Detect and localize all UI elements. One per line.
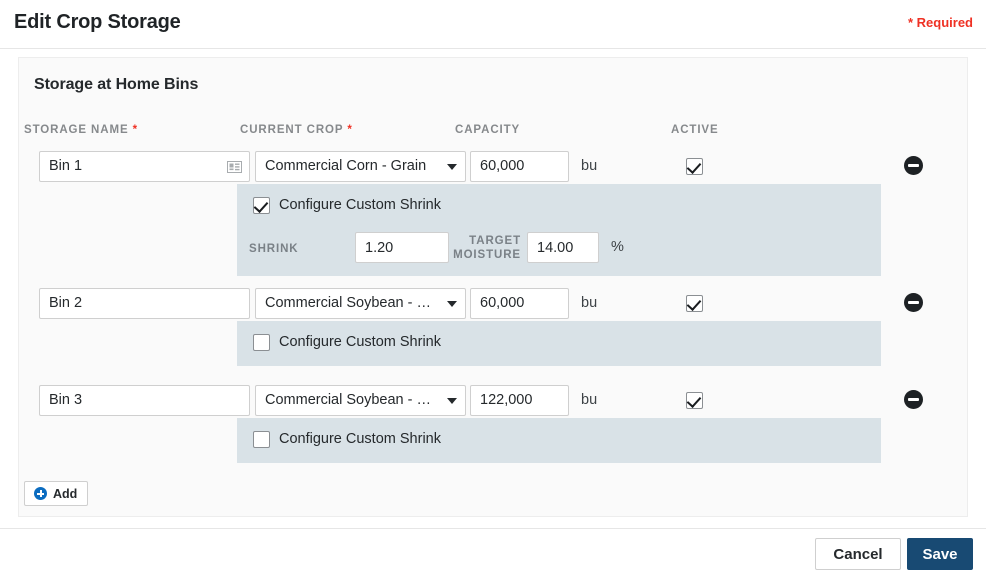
column-header-active: ACTIVE bbox=[671, 124, 719, 136]
capacity-unit-label: bu bbox=[581, 158, 598, 174]
active-checkbox[interactable] bbox=[686, 158, 703, 175]
add-storage-button[interactable]: Add bbox=[24, 481, 88, 506]
percent-label: % bbox=[611, 239, 624, 255]
configure-custom-shrink-checkbox[interactable] bbox=[253, 431, 270, 448]
plus-circle-icon bbox=[34, 487, 47, 500]
current-crop-select[interactable]: Commercial Corn - Grain bbox=[255, 151, 466, 182]
capacity-unit-label: bu bbox=[581, 392, 598, 408]
configure-custom-shrink-checkbox[interactable] bbox=[253, 334, 270, 351]
current-crop-select[interactable]: Commercial Soybean - Gr... bbox=[255, 288, 466, 319]
custom-shrink-panel: Configure Custom Shrink SHRINK 1.20 TARG… bbox=[237, 184, 881, 276]
configure-custom-shrink-label: Configure Custom Shrink bbox=[279, 334, 441, 351]
storage-name-input[interactable]: Bin 2 bbox=[39, 288, 250, 319]
capacity-value: 60,000 bbox=[480, 295, 525, 312]
capacity-input[interactable]: 60,000 bbox=[470, 151, 569, 182]
active-checkbox[interactable] bbox=[686, 295, 703, 312]
configure-custom-shrink-toggle[interactable]: Configure Custom Shrink bbox=[253, 197, 441, 214]
storage-name-value: Bin 1 bbox=[49, 158, 83, 175]
column-header-storage-name-label: STORAGE NAME bbox=[24, 124, 129, 136]
remove-row-button[interactable] bbox=[904, 390, 923, 409]
configure-custom-shrink-toggle[interactable]: Configure Custom Shrink bbox=[253, 334, 441, 351]
add-storage-button-label: Add bbox=[53, 486, 78, 501]
chevron-down-icon bbox=[447, 397, 457, 404]
storage-name-value: Bin 2 bbox=[49, 295, 83, 312]
storage-name-value: Bin 3 bbox=[49, 392, 83, 409]
capacity-value: 60,000 bbox=[480, 158, 525, 175]
custom-shrink-panel: Configure Custom Shrink bbox=[237, 418, 881, 463]
required-asterisk: * bbox=[132, 124, 138, 136]
column-header-storage-name: STORAGE NAME * bbox=[24, 124, 137, 136]
configure-custom-shrink-label: Configure Custom Shrink bbox=[279, 197, 441, 214]
configure-custom-shrink-label: Configure Custom Shrink bbox=[279, 431, 441, 448]
custom-shrink-panel: Configure Custom Shrink bbox=[237, 321, 881, 366]
column-header-current-crop: CURRENT CROP * bbox=[240, 124, 352, 136]
configure-custom-shrink-toggle[interactable]: Configure Custom Shrink bbox=[253, 431, 441, 448]
target-moisture-label: TARGET MOISTURE bbox=[437, 234, 521, 262]
column-header-current-crop-label: CURRENT CROP bbox=[240, 124, 344, 136]
storage-card: Storage at Home Bins STORAGE NAME * CURR… bbox=[18, 57, 968, 517]
column-header-capacity: CAPACITY bbox=[455, 124, 521, 136]
shrink-value: 1.20 bbox=[365, 239, 394, 256]
chevron-down-icon bbox=[447, 300, 457, 307]
target-moisture-label-line1: TARGET bbox=[469, 235, 521, 247]
current-crop-select[interactable]: Commercial Soybean - Gr... bbox=[255, 385, 466, 416]
remove-row-button[interactable] bbox=[904, 293, 923, 312]
capacity-input[interactable]: 122,000 bbox=[470, 385, 569, 416]
cancel-button[interactable]: Cancel bbox=[815, 538, 901, 570]
target-moisture-label-line2: MOISTURE bbox=[453, 249, 521, 261]
dialog-header: Edit Crop Storage * Required bbox=[0, 0, 986, 49]
capacity-value: 122,000 bbox=[480, 392, 533, 409]
contact-card-icon[interactable] bbox=[227, 160, 242, 173]
shrink-input[interactable]: 1.20 bbox=[355, 232, 449, 263]
required-asterisk: * bbox=[347, 124, 352, 136]
save-button[interactable]: Save bbox=[907, 538, 973, 570]
custom-shrink-fields: SHRINK 1.20 TARGET MOISTURE 14.00 % bbox=[237, 232, 881, 266]
current-crop-value: Commercial Soybean - Gr... bbox=[265, 393, 441, 408]
card-title: Storage at Home Bins bbox=[34, 76, 199, 93]
chevron-down-icon bbox=[447, 163, 457, 170]
target-moisture-value: 14.00 bbox=[537, 239, 574, 256]
shrink-label: SHRINK bbox=[249, 243, 299, 255]
current-crop-value: Commercial Corn - Grain bbox=[265, 159, 427, 174]
configure-custom-shrink-checkbox[interactable] bbox=[253, 197, 270, 214]
required-note: * Required bbox=[907, 15, 973, 30]
active-checkbox[interactable] bbox=[686, 392, 703, 409]
capacity-input[interactable]: 60,000 bbox=[470, 288, 569, 319]
target-moisture-input[interactable]: 14.00 bbox=[527, 232, 599, 263]
storage-name-input[interactable]: Bin 3 bbox=[39, 385, 250, 416]
edit-crop-storage-dialog: Edit Crop Storage * Required Storage at … bbox=[0, 0, 986, 585]
storage-name-input[interactable]: Bin 1 bbox=[39, 151, 250, 182]
current-crop-value: Commercial Soybean - Gr... bbox=[265, 296, 441, 311]
footer-divider bbox=[0, 528, 986, 529]
remove-row-button[interactable] bbox=[904, 156, 923, 175]
capacity-unit-label: bu bbox=[581, 295, 598, 311]
page-title: Edit Crop Storage bbox=[14, 11, 181, 33]
